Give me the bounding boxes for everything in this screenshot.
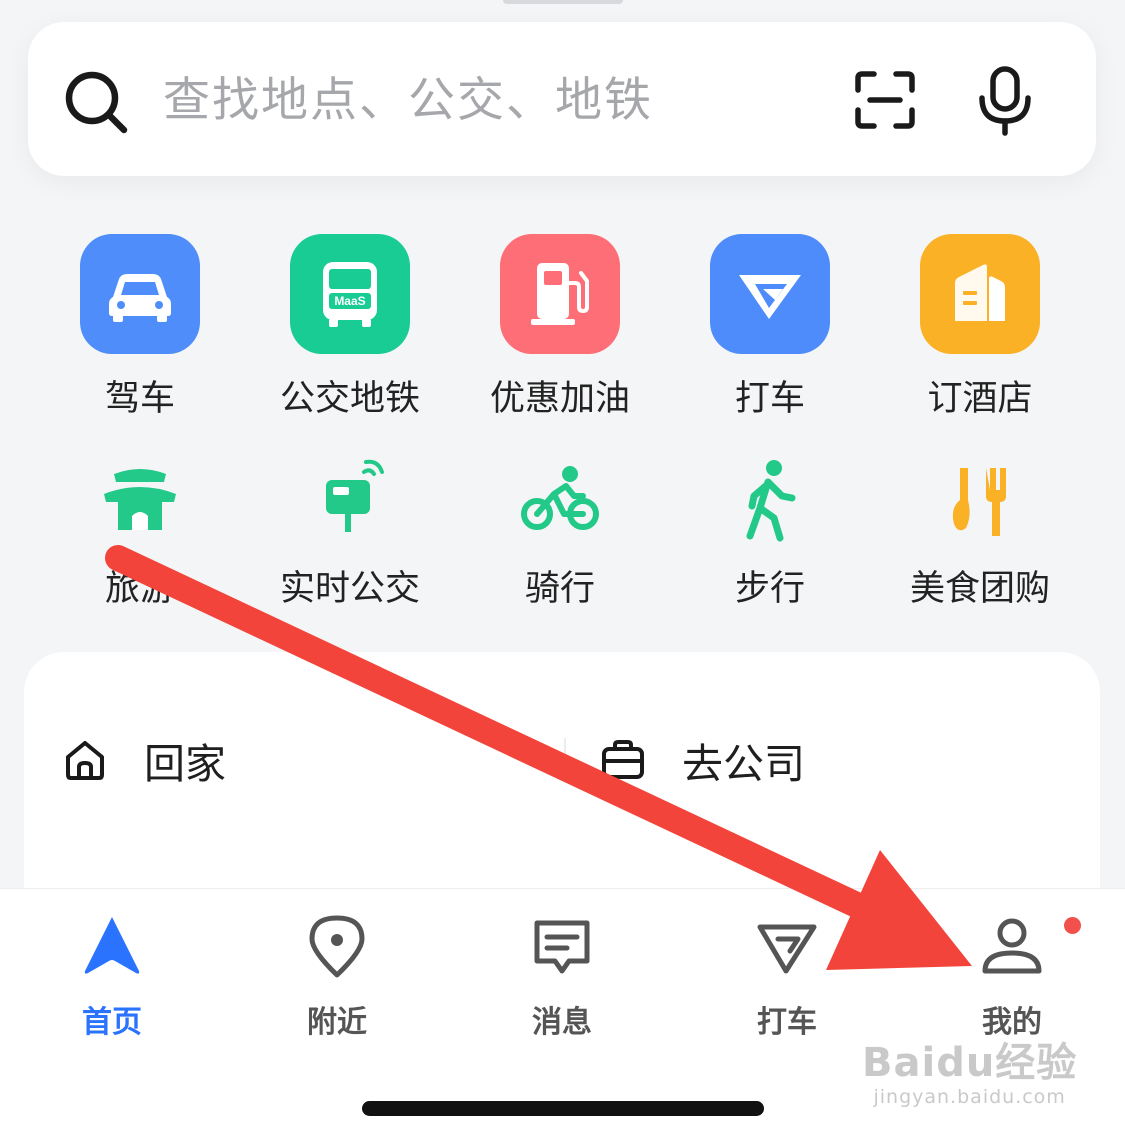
service-drive[interactable]: 驾车 — [40, 234, 240, 421]
cycling-icon — [510, 452, 610, 552]
service-label: 美食团购 — [909, 569, 1050, 609]
tab-label: 打车 — [757, 1005, 817, 1040]
service-transit[interactable]: MaaS 公交地铁 — [250, 234, 450, 421]
service-label: 步行 — [734, 569, 805, 609]
watermark: Baidu经验 jingyan.baidu.com — [862, 1040, 1077, 1108]
home-icon — [66, 741, 104, 780]
realtime-bus-icon — [300, 452, 400, 552]
service-cycling[interactable]: 骑行 — [460, 452, 660, 611]
service-fuel[interactable]: 优惠加油 — [460, 234, 660, 421]
tab-home[interactable]: 首页 — [32, 913, 192, 1041]
service-realtime-bus[interactable]: 实时公交 — [250, 452, 450, 611]
walking-icon — [720, 452, 820, 552]
tab-label: 消息 — [532, 1005, 592, 1040]
service-travel[interactable]: 旅游 — [40, 452, 240, 611]
tab-label: 附近 — [307, 1005, 367, 1040]
notification-badge — [1064, 917, 1081, 934]
pagoda-icon — [90, 452, 190, 552]
tab-label: 我的 — [982, 1005, 1042, 1040]
home-indicator[interactable] — [362, 1101, 764, 1116]
location-pin-icon — [309, 915, 365, 978]
service-label: 骑行 — [524, 569, 595, 609]
taxi-icon — [757, 924, 817, 974]
service-label: 实时公交 — [279, 569, 420, 609]
briefcase-icon — [602, 740, 644, 779]
go-home-button[interactable]: 回家 — [62, 732, 226, 788]
service-walking[interactable]: 步行 — [670, 452, 870, 611]
taxi-icon — [710, 234, 830, 354]
tab-messages[interactable]: 消息 — [482, 913, 642, 1041]
go-company-label: 去公司 — [682, 740, 805, 788]
car-icon — [80, 234, 200, 354]
navigation-icon — [84, 917, 140, 974]
divider — [564, 738, 566, 782]
svg-text:MaaS: MaaS — [334, 294, 365, 308]
bus-maas-icon: MaaS — [290, 234, 410, 354]
service-taxi[interactable]: 打车 — [670, 234, 870, 421]
watermark-logo: Baidu经验 — [862, 1040, 1078, 1086]
go-company-button[interactable]: 去公司 — [600, 732, 805, 788]
service-label: 优惠加油 — [489, 379, 630, 419]
scan-icon[interactable] — [854, 70, 916, 130]
service-food[interactable]: 美食团购 — [880, 452, 1080, 611]
service-label: 驾车 — [104, 379, 175, 419]
search-input[interactable]: 查找地点、公交、地铁 — [163, 68, 653, 134]
watermark-url: jingyan.baidu.com — [873, 1086, 1066, 1108]
service-hotel[interactable]: 订酒店 — [880, 234, 1080, 421]
tab-taxi[interactable]: 打车 — [707, 913, 867, 1041]
top-drag-handle[interactable] — [503, 0, 623, 4]
service-label: 打车 — [734, 379, 805, 419]
service-label: 旅游 — [104, 569, 175, 609]
search-icon[interactable] — [62, 68, 130, 136]
service-label: 公交地铁 — [279, 379, 420, 419]
tab-label: 首页 — [82, 1005, 142, 1040]
microphone-icon[interactable] — [976, 66, 1034, 136]
tab-nearby[interactable]: 附近 — [257, 913, 417, 1041]
hotel-icon — [920, 234, 1040, 354]
service-label: 订酒店 — [927, 379, 1033, 419]
user-icon — [982, 918, 1042, 974]
food-icon — [930, 452, 1030, 552]
fuel-pump-icon — [500, 234, 620, 354]
message-icon — [534, 920, 590, 974]
go-home-label: 回家 — [144, 740, 226, 788]
